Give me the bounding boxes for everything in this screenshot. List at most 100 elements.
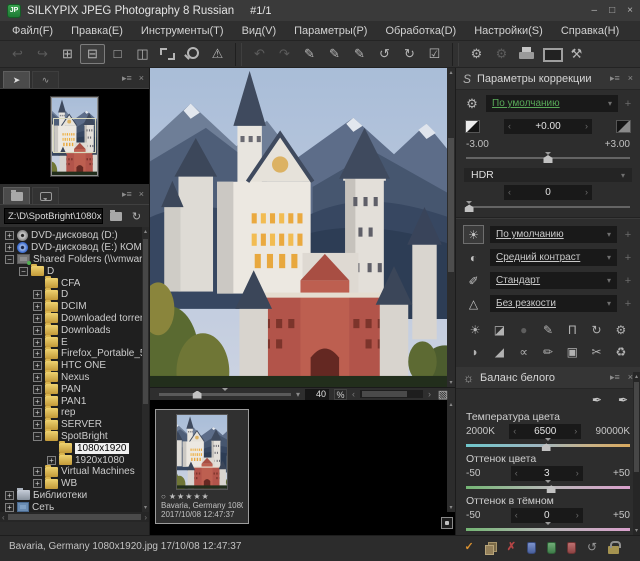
menu-view[interactable]: Вид(V) (233, 25, 286, 37)
tree-item-shared-folders[interactable]: − Shared Folders (\\vmware- (0, 254, 149, 266)
redo-icon[interactable]: ↷ (272, 44, 297, 64)
expand-toggle[interactable]: − (19, 267, 28, 276)
taste-preset-dropdown[interactable]: По умолчанию (486, 95, 618, 112)
mark-delete-icon[interactable]: ✗ (507, 541, 516, 554)
marker-green-icon[interactable] (547, 542, 556, 554)
thumbnail-view-icon[interactable]: ⊞ (55, 44, 80, 64)
navigator-crop-indicator[interactable] (53, 118, 96, 153)
multi-preview-icon[interactable]: ◫ (130, 44, 155, 64)
rotate-right-icon[interactable]: ↻ (397, 44, 422, 64)
maximize-button[interactable]: □ (609, 5, 615, 16)
spin-increase-icon[interactable] (585, 187, 588, 198)
expand-toggle[interactable]: + (5, 503, 14, 512)
skin-eyedropper-icon[interactable]: ✒ (618, 393, 628, 407)
tab-folders[interactable] (3, 187, 30, 204)
tree-item-network[interactable]: + Сеть (0, 501, 149, 512)
filmstrip-scrollbar[interactable] (447, 400, 455, 512)
tree-item-d2[interactable]: + D (0, 289, 149, 301)
tree-vertical-scrollbar[interactable] (142, 227, 149, 512)
tree-item-pan[interactable]: + PAN (0, 383, 149, 395)
highlight-controller-icon[interactable]: ◢ (488, 342, 510, 361)
hdr-slider[interactable] (466, 202, 630, 211)
expand-toggle[interactable]: + (33, 314, 42, 323)
tint-slider[interactable] (466, 482, 630, 491)
contrast-icon[interactable]: ◐ (463, 248, 484, 267)
tree-item-cfa[interactable]: CFA (0, 277, 149, 289)
shift-lens-icon[interactable]: ✂ (585, 342, 607, 361)
contrast-preset[interactable]: Средний контраст (490, 249, 617, 266)
menu-tools[interactable]: Инструменты(T) (132, 25, 233, 37)
tree-item-downloaded-torrent[interactable]: + Downloaded torrent (0, 313, 149, 325)
tree-item-virtual-machines[interactable]: + Virtual Machines (0, 466, 149, 478)
dark-tint-spinner[interactable]: 0 (511, 508, 583, 523)
image-horizontal-scrollbar[interactable] (360, 390, 423, 398)
tab-comments[interactable] (32, 187, 59, 204)
panel-menu-icon[interactable]: ▸≡ (122, 189, 132, 200)
minimize-button[interactable]: – (592, 5, 598, 16)
menu-parameters[interactable]: Параметры(P) (285, 25, 376, 37)
spotting-tool-icon[interactable]: ▣ (561, 342, 583, 361)
tree-item-server[interactable]: + SERVER (0, 419, 149, 431)
undo-icon[interactable]: ↶ (247, 44, 272, 64)
refresh-button[interactable]: ↻ (128, 209, 145, 224)
back-icon[interactable]: ↩ (5, 44, 30, 64)
zoom-value[interactable]: 40 (305, 389, 329, 400)
right-panel-scrollbar[interactable] (633, 372, 640, 535)
tree-item-htc-one[interactable]: + HTC ONE (0, 360, 149, 372)
preset-add-button[interactable]: + (623, 252, 633, 264)
preset-add-button[interactable]: + (623, 229, 633, 241)
copy-parameters-icon[interactable] (485, 542, 496, 554)
sharpness-preset[interactable]: Без резкости (490, 295, 617, 312)
warning-display-icon[interactable]: ⚠ (205, 44, 230, 64)
filmstrip-thumbnail-image[interactable] (176, 414, 228, 490)
panel-menu-icon[interactable]: ▸≡ (122, 73, 132, 84)
hdr-dropdown[interactable]: HDR (464, 168, 632, 183)
dev-settings-icon[interactable]: ⚙ (610, 320, 632, 339)
tree-item-dvd-e[interactable]: + DVD-дисковод (E:) КОМПА (0, 242, 149, 254)
color-mode-icon[interactable]: ✐ (463, 271, 484, 290)
display-zoom-slider[interactable] (159, 393, 291, 396)
marker-blue-icon[interactable] (527, 542, 536, 554)
expand-toggle[interactable]: + (33, 361, 42, 370)
expand-toggle[interactable]: + (33, 338, 42, 347)
noise-reduction-icon[interactable]: ✎ (537, 320, 559, 339)
white-balance-preset[interactable]: По умолчанию (490, 226, 617, 243)
expand-toggle[interactable]: + (47, 456, 56, 465)
panel-close-icon[interactable]: × (139, 73, 144, 84)
filmstrip-thumbnail-card[interactable]: ○ ★★★★★ Bavaria, Germany 1080x192 2017/1… (155, 409, 249, 524)
expand-toggle[interactable]: + (33, 408, 42, 417)
expand-toggle[interactable]: + (5, 231, 14, 240)
exposure-bias-icon[interactable]: ☀ (464, 320, 486, 339)
menu-development[interactable]: Обработка(D) (376, 25, 465, 37)
taste-add-button[interactable]: + (623, 98, 633, 110)
expand-toggle[interactable]: + (33, 385, 42, 394)
tree-item-libraries[interactable]: + Библиотеки (0, 490, 149, 502)
expand-toggle[interactable]: + (33, 302, 42, 311)
forward-icon[interactable]: ↪ (30, 44, 55, 64)
exposure-tool-icon[interactable]: ✎ (297, 44, 322, 64)
rotate-left-icon[interactable]: ↺ (372, 44, 397, 64)
tree-item-dcim[interactable]: + DCIM (0, 301, 149, 313)
loupe-icon[interactable] (180, 44, 205, 64)
preset-add-button[interactable]: + (623, 275, 633, 287)
utility-hammer-icon[interactable]: ⚒ (564, 44, 589, 64)
main-image[interactable] (150, 68, 455, 387)
tab-navigator[interactable]: ➤ (3, 71, 30, 88)
white-balance-tool-icon[interactable]: ✎ (322, 44, 347, 64)
menu-help[interactable]: Справка(H) (552, 25, 628, 37)
fullscreen-icon[interactable] (155, 44, 180, 64)
rotation-icon[interactable]: ↻ (585, 320, 607, 339)
folder-path-dropdown[interactable]: Z:\D\SpotBright\1080x19 (4, 208, 103, 224)
panel-close-icon[interactable]: × (628, 73, 633, 84)
expand-toggle[interactable]: + (33, 467, 42, 476)
temperature-slider[interactable] (466, 440, 630, 449)
soft-focus-icon[interactable]: ● (513, 320, 535, 339)
gear-icon[interactable]: ⚙ (463, 96, 481, 112)
protect-lock-icon[interactable] (608, 546, 619, 554)
tree-item-firefox-portable[interactable]: + Firefox_Portable_58 (0, 348, 149, 360)
exposure-bias-icon[interactable] (465, 120, 480, 133)
tree-item-e[interactable]: + E (0, 336, 149, 348)
hdr-spinner[interactable]: 0 (504, 185, 592, 200)
trimming-icon[interactable]: Π (561, 320, 583, 339)
scroll-right-icon[interactable]: › (428, 389, 431, 399)
